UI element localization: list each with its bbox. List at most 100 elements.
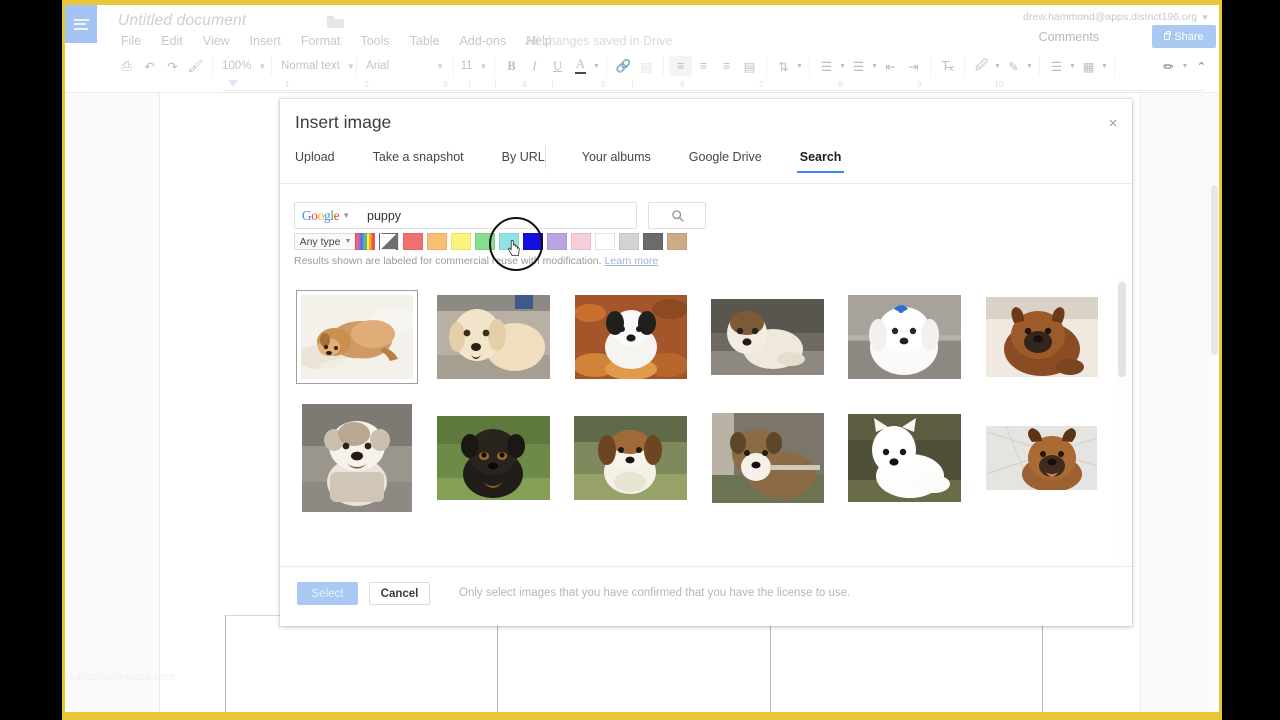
- tab-upload[interactable]: Upload: [295, 144, 335, 173]
- pen-icon[interactable]: ✎: [1002, 56, 1025, 76]
- link-icon[interactable]: 🔗: [612, 56, 635, 76]
- color-swatch-purple[interactable]: [547, 233, 567, 250]
- menu-item-insert[interactable]: Insert: [240, 34, 291, 48]
- clear-formatting-icon[interactable]: T̶ₓ: [936, 56, 959, 76]
- result-cell[interactable]: [562, 397, 699, 519]
- chevron-down-icon[interactable]: ▼: [1100, 56, 1109, 76]
- numbered-list-icon[interactable]: ☰: [815, 56, 838, 76]
- image-results-area[interactable]: [280, 277, 1132, 565]
- image-result-collie-puppy-lying-down[interactable]: [711, 413, 824, 503]
- left-indent-marker[interactable]: [228, 80, 238, 87]
- tab-by-url[interactable]: By URL: [502, 144, 545, 173]
- image-result-english-bulldog-puppy-in-sweater[interactable]: [301, 404, 412, 512]
- document-scrollbar[interactable]: [1210, 185, 1219, 712]
- align-right-icon[interactable]: ≡: [715, 56, 738, 76]
- indent-more-icon[interactable]: ⇥: [902, 56, 925, 76]
- docs-home-button[interactable]: [65, 5, 97, 43]
- align-center-icon[interactable]: ≡: [692, 56, 715, 76]
- font-select[interactable]: Arial ▼: [362, 56, 448, 76]
- color-swatch-orange[interactable]: [427, 233, 447, 250]
- result-cell[interactable]: [699, 397, 836, 519]
- image-result-brown-boxer-puppy[interactable]: [985, 297, 1098, 377]
- bold-button[interactable]: B: [500, 56, 523, 76]
- underline-button[interactable]: U: [546, 56, 569, 76]
- image-result-yellow-labrador-puppy[interactable]: [437, 295, 550, 379]
- result-cell[interactable]: [973, 277, 1110, 397]
- color-swatch-gray-dark[interactable]: [643, 233, 663, 250]
- document-table[interactable]: [225, 615, 1043, 712]
- color-swatch-yellow[interactable]: [451, 233, 471, 250]
- chevron-down-icon[interactable]: ▼: [1180, 56, 1190, 76]
- folder-icon[interactable]: [327, 16, 344, 28]
- image-result-husky-puppy-on-concrete[interactable]: [711, 299, 824, 375]
- chevron-down-icon[interactable]: ▼: [1068, 56, 1077, 76]
- close-icon[interactable]: ×: [1104, 116, 1122, 134]
- results-scrollbar[interactable]: [1118, 277, 1126, 565]
- text-color-button[interactable]: A: [569, 56, 592, 76]
- tab-take-a-snapshot[interactable]: Take a snapshot: [373, 144, 464, 173]
- chevron-down-icon[interactable]: ▼: [592, 56, 601, 76]
- table-grid-icon[interactable]: ▦: [1077, 56, 1100, 76]
- image-result-puppy-sleeping-on-white-blanket[interactable]: [295, 290, 418, 384]
- cancel-button[interactable]: Cancel: [369, 582, 430, 605]
- search-input[interactable]: [357, 202, 637, 229]
- chevron-down-icon[interactable]: ▼: [1025, 56, 1034, 76]
- highlight-icon[interactable]: 🖉: [970, 56, 993, 76]
- color-swatch-white[interactable]: [595, 233, 615, 250]
- search-provider-select[interactable]: Google ▼: [294, 202, 358, 229]
- result-cell[interactable]: [425, 277, 562, 397]
- menu-item-add-ons[interactable]: Add-ons: [450, 34, 517, 48]
- pencil-icon[interactable]: ✏: [1157, 56, 1180, 76]
- result-cell[interactable]: [288, 397, 425, 519]
- chevron-down-icon[interactable]: ▼: [993, 56, 1002, 76]
- italic-button[interactable]: I: [523, 56, 546, 76]
- learn-more-link[interactable]: Learn more: [604, 255, 658, 267]
- result-cell[interactable]: [973, 397, 1110, 519]
- result-cell[interactable]: [562, 277, 699, 397]
- font-size-select[interactable]: 11 ▼: [459, 56, 489, 76]
- paragraph-style-select[interactable]: Normal text ▼: [277, 56, 355, 76]
- image-type-select[interactable]: Any type ▼: [294, 233, 357, 250]
- result-cell[interactable]: [836, 277, 973, 397]
- bulleted-list-icon[interactable]: ☰: [847, 56, 870, 76]
- results-scrollbar-thumb[interactable]: [1118, 282, 1126, 377]
- ruler[interactable]: 1 2 3 4 5 6 7 8 9 10: [65, 79, 1219, 93]
- menu-item-table[interactable]: Table: [400, 34, 450, 48]
- chevron-down-icon[interactable]: ▼: [870, 56, 879, 76]
- list-lines-icon[interactable]: ☰: [1045, 56, 1068, 76]
- menu-item-tools[interactable]: Tools: [350, 34, 399, 48]
- image-result-rottweiler-puppy-on-grass[interactable]: [437, 416, 550, 500]
- document-title[interactable]: Untitled document: [118, 12, 246, 30]
- paint-format-icon[interactable]: 🖌: [184, 56, 207, 76]
- collapse-toolbar-icon[interactable]: ⌃: [1190, 56, 1213, 76]
- color-swatch-gray-light[interactable]: [619, 233, 639, 250]
- align-justify-icon[interactable]: ▤: [738, 56, 761, 76]
- tab-search[interactable]: Search: [796, 144, 845, 173]
- indent-less-icon[interactable]: ⇤: [879, 56, 902, 76]
- account-email[interactable]: drew.hammond@apps.district196.org ▼: [1023, 11, 1209, 23]
- select-button[interactable]: Select: [297, 582, 358, 605]
- menu-item-file[interactable]: File: [117, 34, 151, 48]
- image-result-black-white-puppy-in-autumn-leaves[interactable]: [574, 295, 687, 379]
- result-cell[interactable]: [425, 397, 562, 519]
- zoom-select[interactable]: 100% ▼: [218, 56, 266, 76]
- comment-icon[interactable]: ▤: [635, 56, 658, 76]
- result-cell[interactable]: [288, 277, 425, 397]
- color-swatch-red[interactable]: [403, 233, 423, 250]
- line-spacing-icon[interactable]: ⇅: [772, 56, 795, 76]
- menu-item-edit[interactable]: Edit: [151, 34, 193, 48]
- menu-item-format[interactable]: Format: [291, 34, 351, 48]
- color-swatch-brown[interactable]: [667, 233, 687, 250]
- tab-google-drive[interactable]: Google Drive: [689, 144, 762, 173]
- document-scrollbar-thumb[interactable]: [1211, 185, 1218, 355]
- color-swatch-blue[interactable]: [523, 233, 543, 250]
- color-swatch-green[interactable]: [475, 233, 495, 250]
- color-swatch-pink[interactable]: [571, 233, 591, 250]
- image-result-beagle-puppy-sitting[interactable]: [574, 416, 687, 500]
- tab-your-albums[interactable]: Your albums: [582, 144, 651, 173]
- result-cell[interactable]: [836, 397, 973, 519]
- image-result-brown-mixed-breed-dog-smiling[interactable]: [986, 426, 1097, 490]
- image-result-white-maltese-puppy-with-blue-bow[interactable]: [848, 295, 961, 379]
- share-button[interactable]: Share: [1152, 25, 1216, 48]
- result-cell[interactable]: [699, 277, 836, 397]
